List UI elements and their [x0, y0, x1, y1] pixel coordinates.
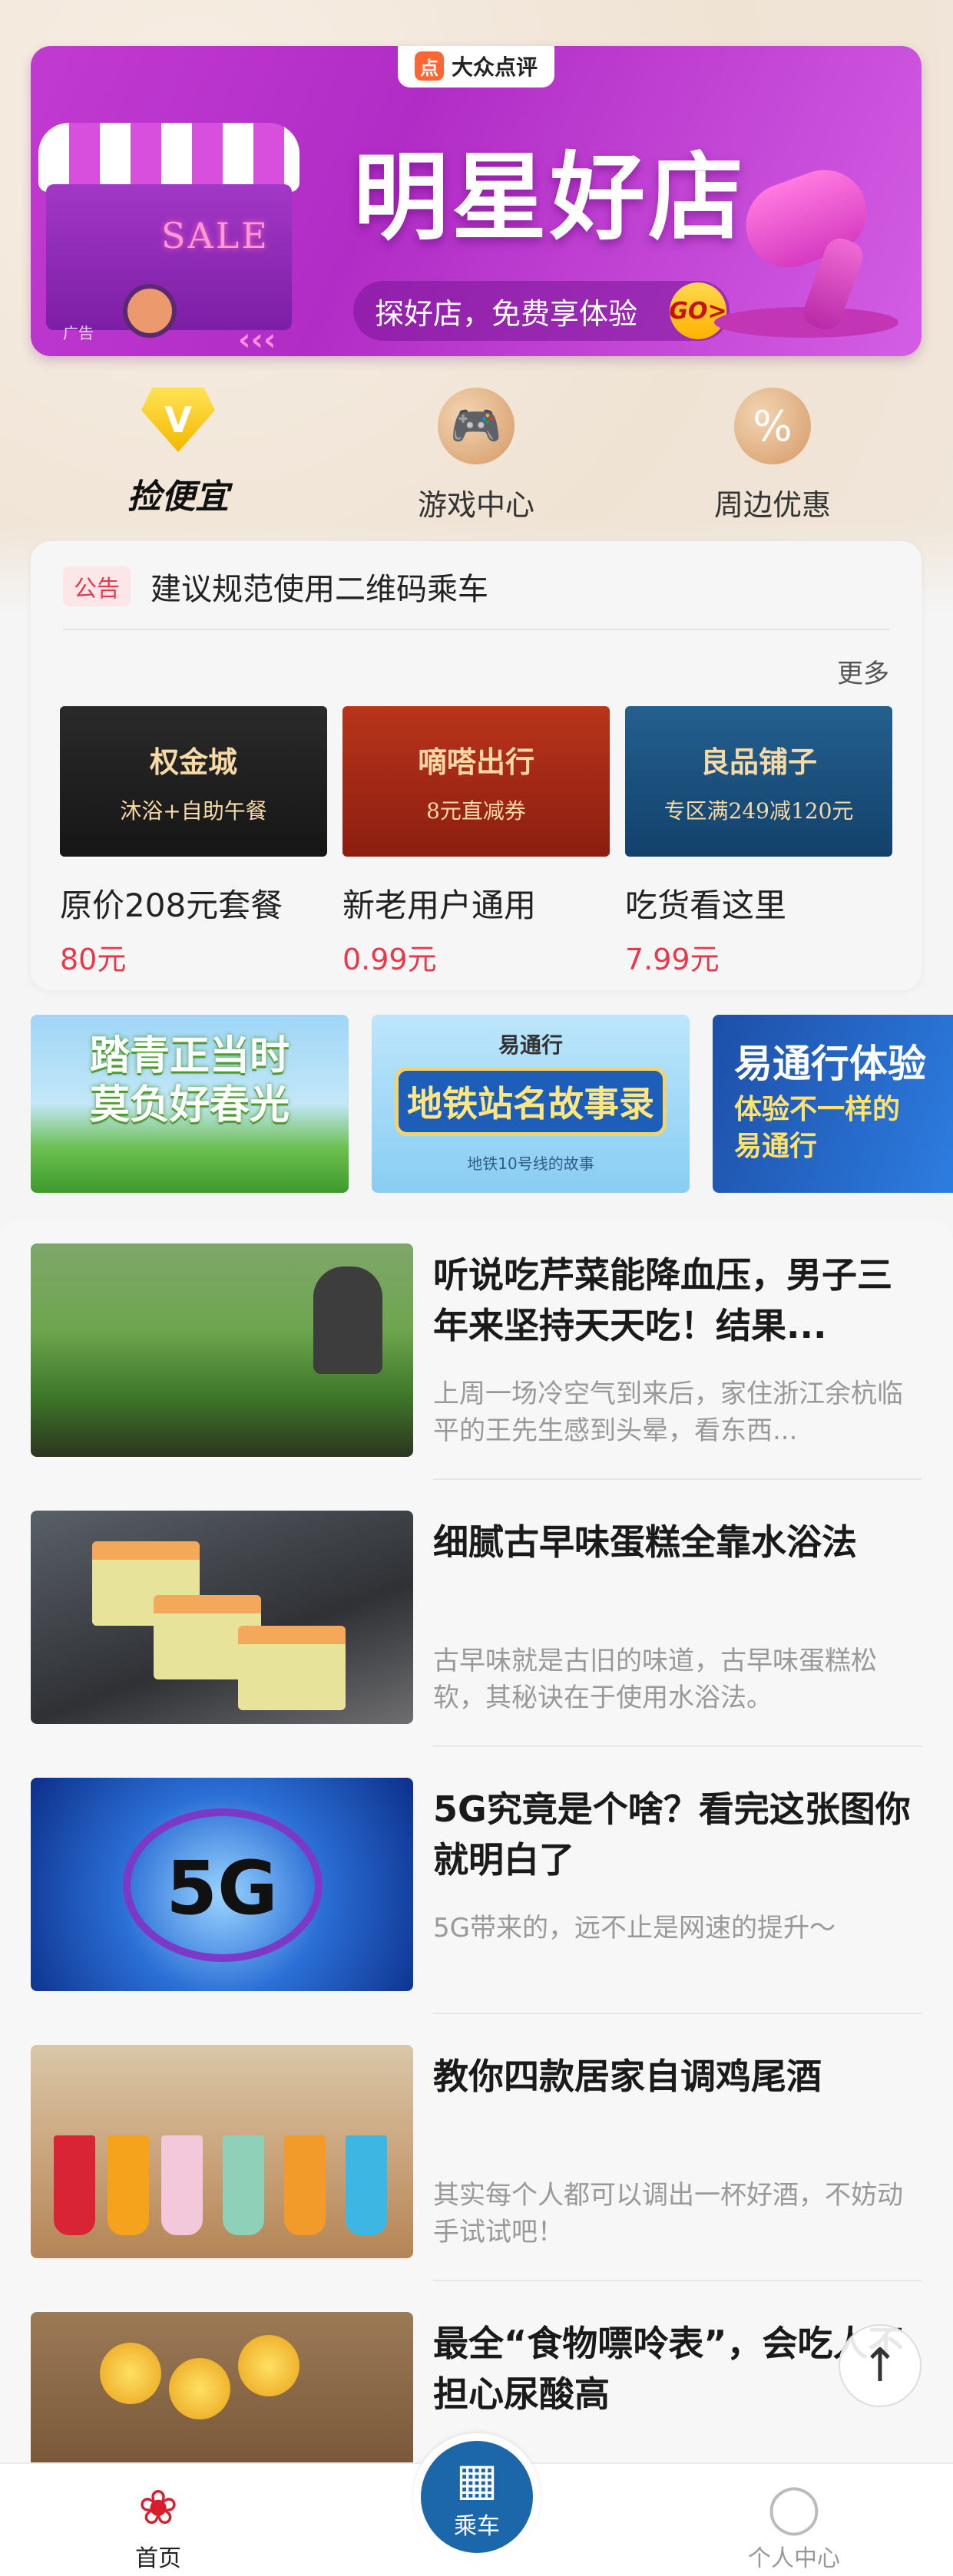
back-to-top-button[interactable]: ↑ — [839, 2324, 922, 2407]
gamepad-icon: 🎮 — [438, 388, 515, 464]
article-title: 5G究竟是个啥？看完这张图你就明白了 — [433, 1788, 911, 1881]
article-item[interactable]: 听说吃芹菜能降血压，男子三年来坚持天天吃！结果... 上周一场冷空气到来后，家住… — [31, 1219, 922, 1480]
nav-profile[interactable]: ◯ 个人中心 — [717, 2481, 871, 2573]
dianping-brand-label: 大众点评 — [451, 54, 538, 80]
banner-cta[interactable]: 探好店，免费享体验 GO> — [353, 281, 730, 341]
notice-tag: 公告 — [63, 566, 131, 606]
deals-card: 公告 建议规范使用二维码乘车 更多 权金城 沐浴+自助午餐 原价208元套餐 8… — [31, 541, 922, 990]
article-title: 听说吃芹菜能降血压，男子三年来坚持天天吃！结果... — [433, 1254, 892, 1346]
v-diamond-icon: V — [141, 388, 215, 452]
deal-brand: 权金城 — [149, 744, 237, 779]
shop-illustration: SALE — [38, 123, 323, 345]
deal-price: 7.99元 — [625, 943, 720, 976]
hair-dryer-graphic — [714, 157, 898, 338]
divider — [433, 2013, 922, 2014]
divider — [433, 2280, 922, 2281]
dianping-logo-icon: 点 — [414, 51, 444, 81]
notice-text: 建议规范使用二维码乘车 — [151, 572, 488, 607]
article-desc: 上周一场冷空气到来后，家住浙江余杭临平的王先生感到头晕，看东西... — [433, 1379, 903, 1446]
deal-offer: 8元直减券 — [426, 798, 526, 824]
quick-link-label: 游戏中心 — [417, 488, 534, 522]
article-thumbnail — [31, 1243, 413, 1457]
quick-link-bargain[interactable]: V 捡便宜 — [63, 388, 293, 526]
article-thumbnail — [31, 1511, 413, 1724]
article-item[interactable]: 5G 5G究竟是个啥？看完这张图你就明白了 5G带来的，远不止是网速的提升～ — [31, 1753, 922, 2014]
percent-icon: % — [734, 388, 811, 464]
deal-image: 嘀嗒出行 8元直减券 — [342, 706, 610, 857]
article-title: 细腻古早味蛋糕全靠水浴法 — [433, 1521, 857, 1563]
article-feed: 听说吃芹菜能降血压，男子三年来坚持天天吃！结果... 上周一场冷空气到来后，家住… — [0, 1219, 953, 2525]
promo-brand: 易通行 — [498, 1032, 563, 1058]
banner-title: 明星好店 — [353, 143, 747, 253]
article-desc: 其实每个人都可以调出一杯好酒，不妨动手试试吧！ — [433, 2180, 903, 2247]
banner-slogan: 探好店，免费享体验 — [375, 296, 638, 331]
quick-link-game-center[interactable]: 🎮 游戏中心 — [361, 388, 591, 526]
promo-ytx-experience[interactable]: 易通行体验 体验不一样的 易通行 — [713, 1015, 953, 1193]
deal-image: 权金城 沐浴+自助午餐 — [60, 706, 327, 857]
quick-link-label: 周边优惠 — [713, 488, 831, 522]
nav-label: 乘车 — [454, 2513, 500, 2540]
quick-link-nearby-deals[interactable]: % 周边优惠 — [657, 388, 888, 526]
article-item[interactable]: 细腻古早味蛋糕全靠水浴法 古早味就是古旧的味道，古早味蛋糕松软，其秘诀在于使用水… — [31, 1486, 922, 1747]
deal-name: 原价208元套餐 — [60, 887, 283, 924]
thumbnail-text: 5G — [166, 1845, 278, 1931]
deal-price: 0.99元 — [342, 943, 437, 976]
sale-sign: SALE — [161, 215, 270, 256]
deal-brand: 嘀嗒出行 — [417, 744, 534, 779]
article-thumbnail — [31, 2045, 413, 2258]
promo-subtitle: 地铁10号线的故事 — [467, 1154, 594, 1173]
promo-spring-outing[interactable]: 踏青正当时 莫负好春光 — [31, 1015, 349, 1193]
promo-title: 易通行体验 — [734, 1042, 926, 1086]
article-thumbnail: 5G — [31, 1778, 413, 1991]
deal-image: 良品铺子 专区满249减120元 — [625, 706, 892, 857]
promo-subtitle: 体验不一样的 易通行 — [734, 1094, 901, 1162]
dianping-badge: 点 大众点评 — [397, 46, 555, 88]
deal-offer: 沐浴+自助午餐 — [120, 798, 267, 824]
home-icon: ❀ — [138, 2479, 178, 2535]
notice-bar[interactable]: 公告 建议规范使用二维码乘车 — [63, 564, 488, 609]
go-button[interactable]: GO> — [669, 282, 727, 339]
deal-offer: 专区满249减120元 — [663, 798, 854, 824]
nav-home[interactable]: ❀ 首页 — [81, 2481, 235, 2573]
deal-price: 80元 — [60, 943, 127, 976]
deal-item[interactable]: 权金城 沐浴+自助午餐 原价208元套餐 80元 — [60, 706, 327, 978]
promo-text: 踏青正当时 莫负好春光 — [89, 1033, 290, 1128]
more-link[interactable]: 更多 — [837, 652, 889, 690]
hairbrush-graphic — [123, 284, 177, 338]
nav-label: 首页 — [135, 2545, 181, 2572]
divider — [433, 1745, 922, 1747]
deal-name: 新老用户通用 — [342, 887, 537, 924]
nav-label: 个人中心 — [748, 2545, 840, 2572]
divider — [63, 629, 889, 630]
deal-name: 吃货看这里 — [625, 887, 787, 924]
deal-brand: 良品铺子 — [700, 744, 817, 779]
promo-subway-stories[interactable]: 易通行 地铁站名故事录 地铁10号线的故事 — [372, 1015, 690, 1193]
arrow-up-icon: ↑ — [860, 2339, 900, 2393]
arrows-graphic: ‹‹‹ — [238, 322, 276, 356]
article-desc: 古早味就是古旧的味道，古早味蛋糕松软，其秘诀在于使用水浴法。 — [433, 1646, 877, 1713]
deal-item[interactable]: 嘀嗒出行 8元直减券 新老用户通用 0.99元 — [342, 706, 610, 978]
deal-item[interactable]: 良品铺子 专区满249减120元 吃货看这里 7.99元 — [625, 706, 892, 978]
quick-link-label: 捡便宜 — [127, 477, 229, 517]
awning-graphic — [38, 123, 299, 192]
ad-tag: 广告 — [63, 324, 94, 342]
qr-code-icon: ▦ — [455, 2453, 498, 2505]
ride-qr-button[interactable]: ▦ 乘车 — [413, 2433, 541, 2561]
article-item[interactable]: 教你四款居家自调鸡尾酒 其实每个人都可以调出一杯好酒，不妨动手试试吧！ — [31, 2020, 922, 2281]
article-desc: 5G带来的，远不止是网速的提升～ — [433, 1913, 836, 1944]
promo-title: 地铁站名故事录 — [395, 1067, 667, 1136]
user-icon: ◯ — [767, 2479, 821, 2535]
promo-banner[interactable]: 点 大众点评 SALE ‹‹‹ 广告 明星好店 探好店，免费享体验 GO> — [31, 46, 922, 356]
article-title: 教你四款居家自调鸡尾酒 — [433, 2056, 822, 2097]
divider — [433, 1478, 922, 1480]
